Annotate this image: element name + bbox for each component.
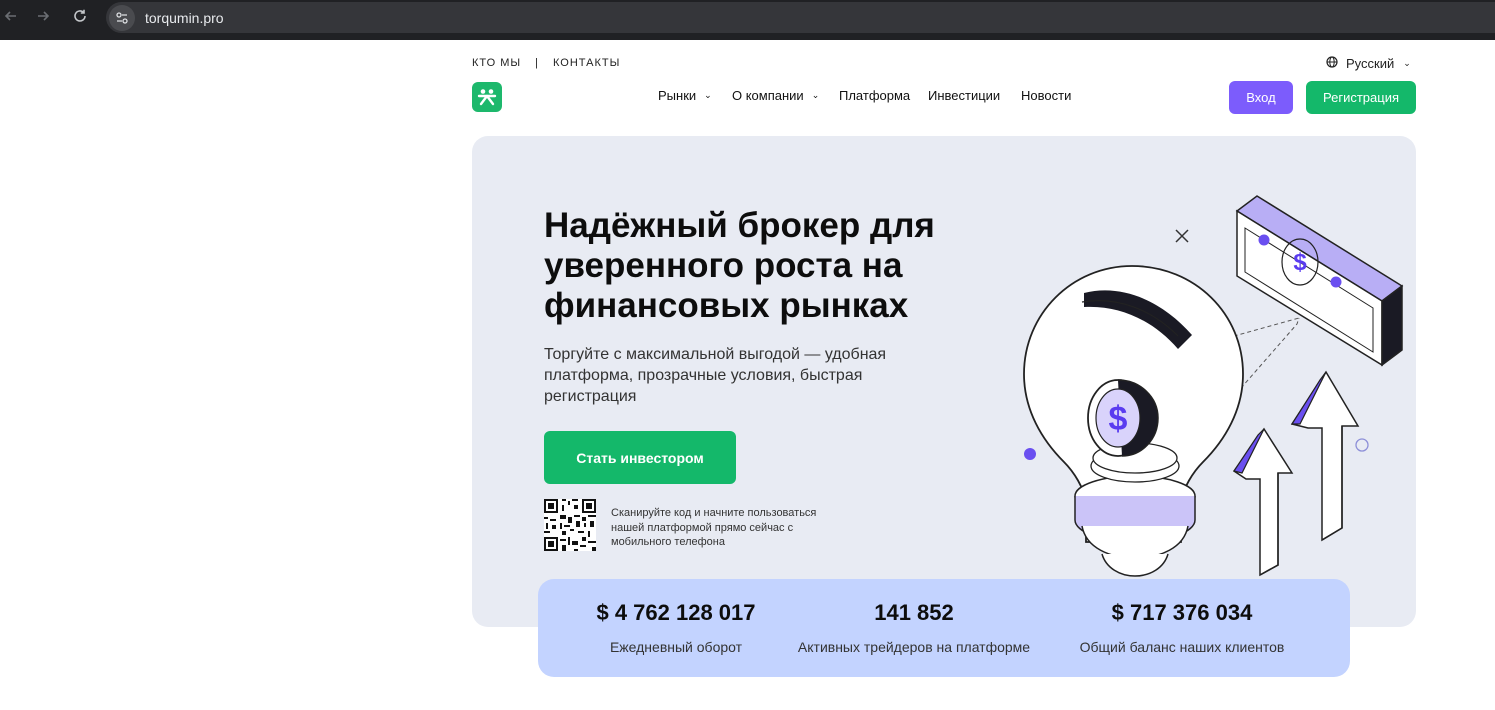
ring-decoration: [1355, 438, 1369, 452]
stat-client-balance: $ 717 376 034 Общий баланс наших клиенто…: [1060, 579, 1304, 655]
back-icon[interactable]: [0, 5, 22, 27]
qr-code: [544, 499, 596, 551]
chevron-down-icon: ⌄: [704, 90, 712, 100]
nav-item-platform[interactable]: Платформа: [839, 88, 910, 103]
language-selector[interactable]: Русский ⌄: [1326, 56, 1411, 71]
top-nav: КТО МЫ | КОНТАКТЫ: [472, 57, 620, 69]
site-settings-icon[interactable]: [109, 4, 135, 31]
nav-item-news[interactable]: Новости: [1021, 88, 1071, 103]
globe-icon: [1326, 56, 1338, 71]
stat-label: Ежедневный оборот: [609, 639, 743, 655]
login-button[interactable]: Вход: [1229, 81, 1293, 114]
register-button[interactable]: Регистрация: [1306, 81, 1416, 114]
hero-illustration: $ $: [1023, 195, 1404, 577]
forward-icon[interactable]: [32, 5, 54, 27]
nav-item-markets[interactable]: Рынки ⌄: [658, 88, 712, 103]
nav-item-label: О компании: [732, 88, 804, 103]
become-investor-button[interactable]: Стать инвестором: [544, 431, 736, 484]
qr-caption: Сканируйте код и начните пользоваться на…: [611, 507, 817, 548]
close-icon: [1175, 229, 1189, 243]
chevron-down-icon: ⌄: [811, 90, 820, 100]
nav-item-label: Платформа: [839, 88, 911, 103]
chevron-down-icon: ⌄: [1403, 58, 1411, 68]
reload-icon[interactable]: [69, 5, 91, 27]
stat-daily-turnover: $ 4 762 128 017 Ежедневный оборот: [584, 579, 768, 655]
stat-label: Общий баланс наших клиентов: [1079, 639, 1285, 655]
arrow-up-icon: [1290, 370, 1360, 542]
arrow-up-icon: [1232, 427, 1294, 577]
lightbulb-icon: $: [1023, 265, 1244, 577]
stat-label: Активных трейдеров на платформе: [797, 639, 1031, 655]
svg-text:$: $: [1293, 249, 1307, 276]
logo[interactable]: [472, 82, 502, 112]
stat-value: $ 717 376 034: [1111, 600, 1253, 625]
separator: |: [535, 57, 540, 69]
hero-subtitle: Торгуйте с максимальной выгодой — удобна…: [544, 346, 887, 405]
language-label: Русский: [1346, 56, 1395, 71]
logo-icon: [477, 89, 497, 106]
link-about[interactable]: КТО МЫ: [472, 57, 521, 69]
dot-decoration: [1024, 448, 1036, 460]
hero-section: Надёжный брокер для уверенного роста на …: [472, 136, 1416, 627]
nav-item-label: Рынки: [658, 88, 697, 103]
nav-item-label: Новости: [1021, 88, 1072, 103]
stat-value: 141 852: [874, 600, 954, 625]
url-text: torqumin.pro: [145, 9, 224, 26]
nav-item-company[interactable]: О компании ⌄: [732, 88, 819, 103]
address-bar[interactable]: torqumin.pro: [106, 2, 1495, 33]
nav-item-investments[interactable]: Инвестиции: [928, 88, 1000, 103]
link-contacts[interactable]: КОНТАКТЫ: [553, 57, 620, 69]
svg-text:$: $: [1109, 400, 1128, 438]
browser-toolbar: torqumin.pro: [0, 0, 1495, 40]
hero-title: Надёжный брокер для уверенного роста на …: [544, 206, 935, 325]
banknote-icon: $: [1235, 195, 1404, 367]
stat-value: $ 4 762 128 017: [596, 600, 756, 625]
nav-item-label: Инвестиции: [928, 88, 1001, 103]
stats-panel: $ 4 762 128 017 Ежедневный оборот 141 85…: [538, 579, 1350, 677]
stat-active-traders: 141 852 Активных трейдеров на платформе: [784, 579, 1044, 655]
